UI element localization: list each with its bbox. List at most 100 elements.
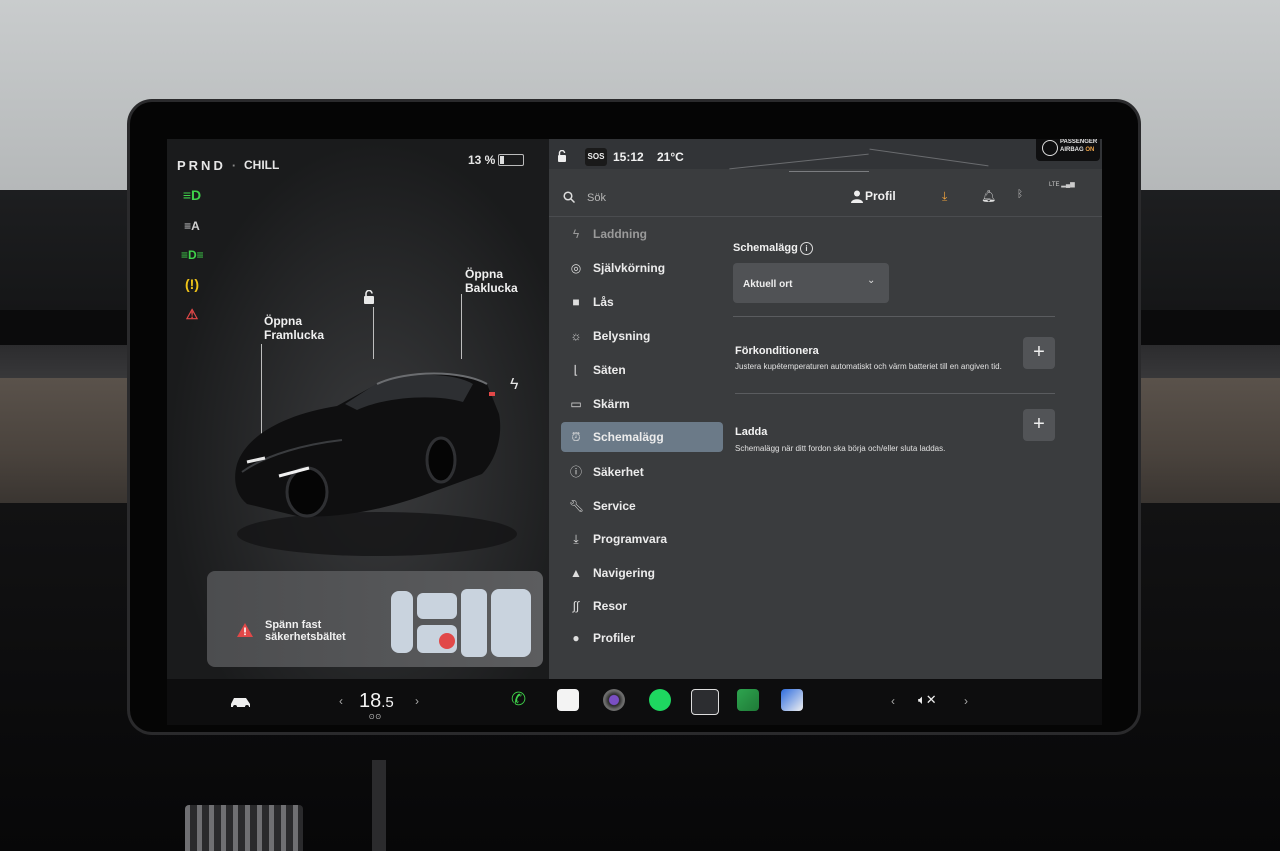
notification-bell-icon[interactable]: 🔔︎ xyxy=(981,189,996,203)
search-input[interactable] xyxy=(585,187,789,209)
alert-line-2: säkerhetsbältet xyxy=(265,631,346,643)
person-icon: ● xyxy=(572,631,580,645)
open-frunk-label-1: Öppna xyxy=(264,314,302,328)
nav-item-saten[interactable]: ⌊ Säten xyxy=(561,355,723,385)
lock-icon: ■ xyxy=(572,295,580,309)
tire-pressure-icon: (!) xyxy=(185,276,199,292)
navigation-app-icon[interactable] xyxy=(781,689,803,711)
mute-icon[interactable]: 🔈︎✕ xyxy=(918,692,937,708)
nav-item-navigering[interactable]: ▲ Navigering xyxy=(561,558,723,588)
door-lock-icon[interactable] xyxy=(556,150,568,162)
warning-triangle-icon xyxy=(237,623,253,637)
nav-item-label: Belysning xyxy=(593,329,651,343)
open-trunk-label-1: Öppna xyxy=(465,267,503,281)
temp-down-button[interactable]: ‹ xyxy=(339,694,343,708)
charge-title: Ladda xyxy=(735,426,768,438)
settings-panel: SOS 15:12 21°C PASSENGER AIRBAG ON Profi… xyxy=(549,139,1102,679)
alarm-clock-icon: ⏰︎ xyxy=(571,430,581,444)
nav-item-label: Skärm xyxy=(593,397,630,411)
spotify-app-icon[interactable] xyxy=(649,689,671,711)
chevron-down-icon: ⌄ xyxy=(867,275,876,286)
steering-wheel-icon: ◎ xyxy=(570,261,582,275)
console-edge xyxy=(372,760,386,851)
unlock-icon[interactable] xyxy=(362,290,376,304)
nav-item-laddning[interactable]: ϟ Laddning xyxy=(561,219,723,249)
nav-item-profiler[interactable]: ● Profiler xyxy=(561,623,723,653)
battery-percent: 13 % xyxy=(468,153,496,167)
touchscreen: PRND · CHILL 13 % ≡D ≡A ≡D≡ (!) ⚠ Öppna F… xyxy=(167,139,1102,725)
section-divider xyxy=(733,316,1055,317)
air-vent xyxy=(185,805,303,851)
nav-item-service[interactable]: 🔧︎ Service xyxy=(561,491,723,521)
nav-item-schemalagg[interactable]: ⏰︎ Schemalägg xyxy=(561,422,723,452)
lte-signal-icon: LTE ▂▄▆ xyxy=(1049,182,1075,188)
nav-item-sjalvkorning[interactable]: ◎ Självkörning xyxy=(561,253,723,283)
location-dropdown[interactable]: Aktuell ort ⌄ xyxy=(733,263,889,303)
sos-button[interactable]: SOS xyxy=(585,148,607,166)
seat-heater-icon[interactable]: ʘʘ xyxy=(369,714,382,721)
precondition-description: Justera kupétemperaturen automatiskt och… xyxy=(735,362,1002,371)
lte-label: LTE xyxy=(1049,182,1060,188)
download-icon[interactable]: ⤓ xyxy=(942,189,947,204)
airbag-state: ON xyxy=(1085,147,1095,153)
nav-item-label: Säkerhet xyxy=(593,465,644,479)
parking-lights-icon: ≡D≡ xyxy=(181,248,204,262)
add-precondition-button[interactable]: + xyxy=(1023,337,1055,369)
volume-up-button[interactable]: › xyxy=(964,694,968,708)
bolt-icon: ϟ xyxy=(572,227,580,241)
search-icon xyxy=(563,191,575,203)
auto-highbeam-icon: ≡A xyxy=(184,219,200,233)
nav-item-label: Laddning xyxy=(593,227,647,241)
open-frunk-label-2: Framlucka xyxy=(264,328,325,342)
open-trunk-button[interactable]: Öppna Baklucka xyxy=(465,267,535,295)
precondition-title: Förkonditionera xyxy=(735,345,819,357)
nav-item-sakerhet[interactable]: ⓘ Säkerhet xyxy=(561,457,723,487)
nav-item-programvara[interactable]: ⤓ Programvara xyxy=(561,524,723,554)
gear-letters: PRND xyxy=(177,158,226,173)
charge-description: Schemalägg när ditt fordon ska börja och… xyxy=(735,444,946,453)
car-icon[interactable] xyxy=(229,695,253,709)
trips-icon: ∫∫ xyxy=(572,599,580,613)
calendar-app-icon[interactable] xyxy=(557,689,579,711)
nav-item-label: Lås xyxy=(593,295,614,309)
open-frunk-button[interactable]: Öppna Framlucka xyxy=(264,314,334,342)
info-circle-icon: ⓘ xyxy=(569,465,582,479)
camera-app-icon[interactable] xyxy=(603,689,625,711)
nav-item-label: Navigering xyxy=(593,566,656,580)
seatbelt-alert-text: Spänn fast säkerhetsbältet xyxy=(265,619,375,643)
car-model-image xyxy=(235,372,517,556)
section-divider xyxy=(735,393,1055,394)
profile-button[interactable]: Profil xyxy=(865,189,896,203)
map-road xyxy=(789,171,869,172)
open-trunk-label-2: Baklucka xyxy=(465,281,518,295)
wrench-icon: 🔧︎ xyxy=(569,499,585,513)
passenger-airbag-indicator: PASSENGER AIRBAG ON xyxy=(1036,139,1100,161)
gear-selector: PRND · xyxy=(177,158,237,173)
volume-down-button[interactable]: ‹ xyxy=(891,694,895,708)
location-value: Aktuell ort xyxy=(743,279,793,290)
nav-item-label: Profiler xyxy=(593,631,636,645)
seatbelt-alert-card[interactable]: Spänn fast säkerhetsbältet xyxy=(207,571,543,667)
header-divider xyxy=(549,216,1102,217)
energy-app-icon[interactable] xyxy=(737,689,759,711)
info-icon[interactable]: i xyxy=(800,242,813,255)
cabin-temperature[interactable]: 18.5 xyxy=(359,690,394,713)
bluetooth-icon[interactable]: ᛒ xyxy=(1017,189,1023,200)
person-icon xyxy=(851,190,863,203)
outside-temperature: 21°C xyxy=(657,150,684,164)
nav-item-belysning[interactable]: ☼ Belysning xyxy=(561,321,723,351)
toybox-app-icon[interactable] xyxy=(691,689,719,715)
nav-item-resor[interactable]: ∫∫ Resor xyxy=(561,591,723,621)
nav-item-skarm[interactable]: ▭ Skärm xyxy=(561,389,723,419)
phone-app-icon[interactable]: ✆ xyxy=(511,689,533,711)
navigation-arrow-icon: ▲ xyxy=(570,566,582,580)
temp-up-button[interactable]: › xyxy=(415,694,419,708)
sun-icon: ☼ xyxy=(570,329,582,343)
map-road xyxy=(869,148,989,167)
drive-mode: CHILL xyxy=(244,158,280,172)
nav-item-label: Programvara xyxy=(593,532,668,546)
add-charge-schedule-button[interactable]: + xyxy=(1023,409,1055,441)
nav-item-label: Resor xyxy=(593,599,628,613)
nav-item-las[interactable]: ■ Lås xyxy=(561,287,723,317)
airbag-line-2: AIRBAG ON xyxy=(1060,147,1094,153)
